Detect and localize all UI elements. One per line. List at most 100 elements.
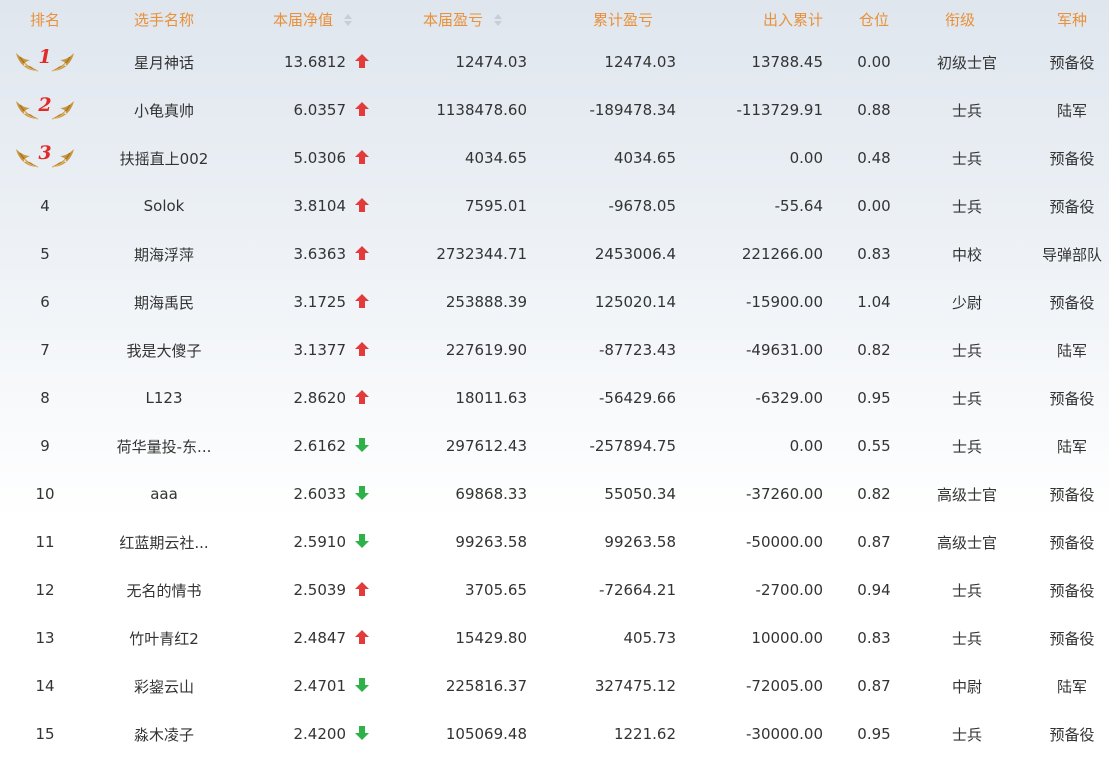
flow-value: 0.00 <box>789 149 823 167</box>
profit-value: 69868.33 <box>455 485 527 503</box>
table-row: 15 淼木凌子 2.4200 105069.48 1221.62 -30000.00 0.9… <box>0 710 1109 758</box>
profit-value: 18011.63 <box>455 389 527 407</box>
cell-branch: 预备役 <box>1049 485 1095 504</box>
cell-rank: 6 <box>0 278 90 326</box>
player-name[interactable]: 星月神话 <box>134 54 194 72</box>
sort-icon[interactable] <box>493 13 503 27</box>
cell-grade: 中校 <box>951 245 982 264</box>
cell-total-profit: 125020.14 <box>538 278 688 326</box>
cell-position: 0.82 <box>857 341 891 359</box>
header-profit[interactable]: 本届盈亏 <box>388 0 538 38</box>
cell-flow: 13788.45 <box>688 38 838 86</box>
cell-player-name[interactable]: 期海浮萍 <box>90 230 238 278</box>
cell-grade: 高级士官 <box>936 485 997 504</box>
player-name[interactable]: 红蓝期云社... <box>119 534 208 552</box>
cell-nav: 2.8620 <box>238 374 388 422</box>
cell-nav: 5.0306 <box>238 134 388 182</box>
cell-nav: 3.8104 <box>238 182 388 230</box>
player-name[interactable]: 期海浮萍 <box>134 246 194 264</box>
rank-medal: 3 <box>14 142 75 172</box>
cell-profit: 2732344.71 <box>388 230 538 278</box>
profit-value: 297612.43 <box>445 437 527 455</box>
cell-player-name[interactable]: aaa <box>90 470 238 518</box>
flow-value: 0.00 <box>789 437 823 455</box>
player-name[interactable]: 无名的情书 <box>126 582 201 600</box>
player-name[interactable]: 我是大傻子 <box>126 342 201 360</box>
cell-player-name[interactable]: 扶摇直上002 <box>90 134 238 182</box>
nav-value: 3.1725 <box>293 293 347 311</box>
cell-grade: 少尉 <box>951 293 982 312</box>
sort-icon[interactable] <box>343 13 353 27</box>
arrow-up-icon <box>355 630 369 644</box>
cell-position: 0.48 <box>857 149 891 167</box>
laurel-wing-icon <box>51 100 74 119</box>
player-name[interactable]: Solok <box>144 197 185 215</box>
cell-profit: 105069.48 <box>388 710 538 758</box>
player-name[interactable]: 竹叶青红2 <box>129 630 199 648</box>
player-name[interactable]: 期海禹民 <box>134 294 194 312</box>
player-name[interactable]: 小龟真帅 <box>134 102 194 120</box>
nav-value: 2.8620 <box>293 389 347 407</box>
cell-player-name[interactable]: 淼木凌子 <box>90 710 238 758</box>
player-name[interactable]: 荷华量投-东... <box>117 438 212 456</box>
player-name[interactable]: L123 <box>146 389 183 407</box>
nav-value: 5.0306 <box>293 149 347 167</box>
cell-player-name[interactable]: 星月神话 <box>90 38 238 86</box>
nav-value: 3.6363 <box>293 245 347 263</box>
rank-number: 8 <box>40 389 50 407</box>
cell-branch: 陆军 <box>1056 677 1087 696</box>
cell-position: 0.95 <box>857 389 891 407</box>
cell-grade: 士兵 <box>951 437 982 456</box>
cell-player-name[interactable]: 彩鋆云山 <box>90 662 238 710</box>
total-profit-value: -9678.05 <box>608 197 676 215</box>
cell-flow: -50000.00 <box>688 518 838 566</box>
player-name[interactable]: 彩鋆云山 <box>134 678 194 696</box>
cell-player-name[interactable]: 红蓝期云社... <box>90 518 238 566</box>
arrow-up-icon <box>355 198 369 212</box>
player-name[interactable]: 淼木凌子 <box>134 726 194 744</box>
table-row: 12 无名的情书 2.5039 3705.65 -72664.21 -2700.00 0.9… <box>0 566 1109 614</box>
total-profit-value: -72664.21 <box>599 581 676 599</box>
rank-number: 15 <box>35 725 55 743</box>
cell-player-name[interactable]: 竹叶青红2 <box>90 614 238 662</box>
flow-value: -49631.00 <box>746 341 823 359</box>
player-name[interactable]: 扶摇直上002 <box>120 150 209 168</box>
arrow-up-icon <box>355 294 369 308</box>
profit-value: 99263.58 <box>455 533 527 551</box>
cell-total-profit: 1221.62 <box>538 710 688 758</box>
cell-position: 0.95 <box>857 725 891 743</box>
cell-player-name[interactable]: L123 <box>90 374 238 422</box>
cell-player-name[interactable]: Solok <box>90 182 238 230</box>
table-row: 5 期海浮萍 3.6363 2732344.71 2453006.4 221266.00 0… <box>0 230 1109 278</box>
cell-total-profit: -87723.43 <box>538 326 688 374</box>
cell-player-name[interactable]: 小龟真帅 <box>90 86 238 134</box>
cell-rank: 11 <box>0 518 90 566</box>
cell-player-name[interactable]: 期海禹民 <box>90 278 238 326</box>
rank-number: 6 <box>40 293 50 311</box>
profit-value: 2732344.71 <box>436 245 527 263</box>
cell-position: 0.87 <box>857 533 891 551</box>
table-row: 3 扶摇直上002 5.0306 4034.65 4034.65 0.00 0.48 士兵 预备… <box>0 134 1109 182</box>
cell-flow: 221266.00 <box>688 230 838 278</box>
total-profit-value: 2453006.4 <box>594 245 676 263</box>
profit-value: 3705.65 <box>464 581 527 599</box>
cell-profit: 69868.33 <box>388 470 538 518</box>
cell-grade: 士兵 <box>951 725 982 744</box>
cell-player-name[interactable]: 荷华量投-东... <box>90 422 238 470</box>
cell-player-name[interactable]: 我是大傻子 <box>90 326 238 374</box>
total-profit-value: 125020.14 <box>594 293 676 311</box>
player-name[interactable]: aaa <box>150 485 178 503</box>
rank-medal: 2 <box>14 94 75 124</box>
cell-branch: 预备役 <box>1049 197 1095 216</box>
cell-nav: 3.6363 <box>238 230 388 278</box>
cell-profit: 253888.39 <box>388 278 538 326</box>
cell-rank: 2 <box>0 86 90 134</box>
rank-number: 9 <box>40 437 50 455</box>
cell-nav: 2.5910 <box>238 518 388 566</box>
header-nav[interactable]: 本届净值 <box>238 0 388 38</box>
ranking-table: 排名 选手名称 本届净值 本届盈亏 累计盈亏 出入累计 仓位 衔级 军种 1 星月… <box>0 0 1109 758</box>
profit-value: 105069.48 <box>445 725 527 743</box>
cell-player-name[interactable]: 无名的情书 <box>90 566 238 614</box>
cell-total-profit: 55050.34 <box>538 470 688 518</box>
cell-flow: -49631.00 <box>688 326 838 374</box>
